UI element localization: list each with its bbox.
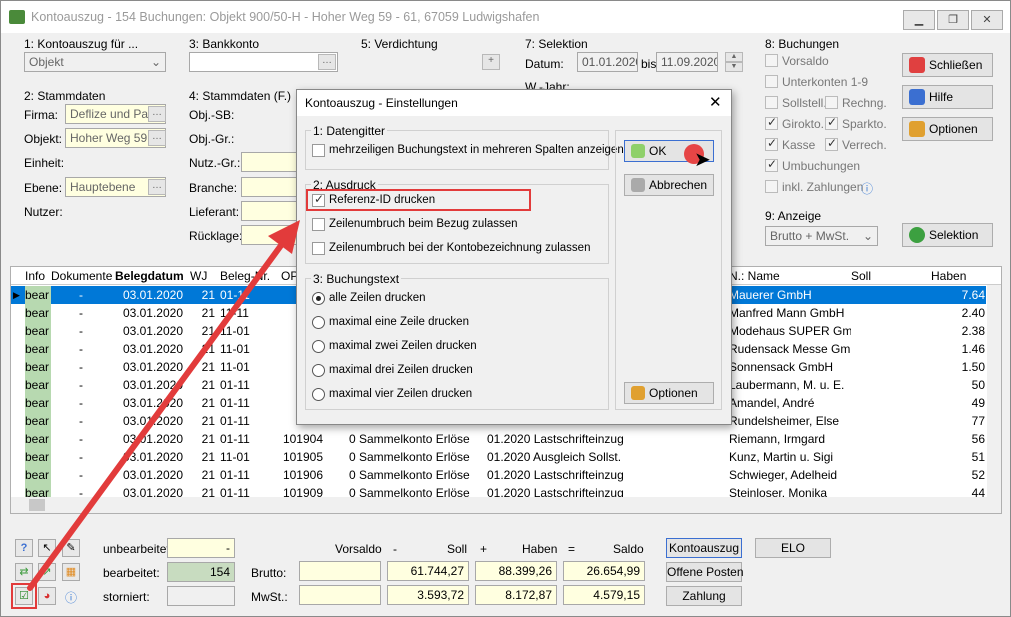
annotation-arrow [27, 220, 300, 591]
